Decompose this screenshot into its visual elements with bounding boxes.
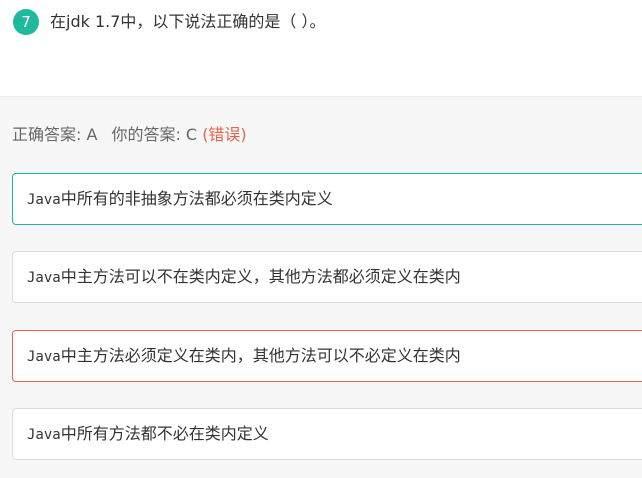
option-code-text: Java <box>27 427 61 443</box>
option-d[interactable]: Java中所有方法都不必在类内定义 <box>12 408 642 460</box>
answer-summary: 正确答案: A 你的答案: C (错误) <box>12 123 247 147</box>
question-header: 7 在jdk 1.7中，以下说法正确的是（ ）。 <box>0 0 642 97</box>
option-code-text: Java <box>27 349 61 365</box>
answer-status-badge: (错误) <box>202 125 247 144</box>
option-text: 中主方法可以不在类内定义，其他方法都必须定义在类内 <box>60 267 461 286</box>
option-text: 中所有的非抽象方法都必须在类内定义 <box>60 189 333 208</box>
option-code-text: Java <box>27 192 61 208</box>
option-b[interactable]: Java中主方法可以不在类内定义，其他方法都必须定义在类内 <box>12 251 642 303</box>
option-c[interactable]: Java中主方法必须定义在类内，其他方法可以不必定义在类内 <box>12 330 642 382</box>
question-text: 在jdk 1.7中，以下说法正确的是（ ）。 <box>50 12 326 31</box>
correct-answer-label: 正确答案: A <box>12 125 98 144</box>
option-a[interactable]: Java中所有的非抽象方法都必须在类内定义 <box>12 173 642 225</box>
question-number-badge: 7 <box>13 9 39 35</box>
option-text: 中主方法必须定义在类内，其他方法可以不必定义在类内 <box>60 346 461 365</box>
option-text: 中所有方法都不必在类内定义 <box>60 424 269 443</box>
your-answer-label: 你的答案: C <box>111 125 198 144</box>
option-code-text: Java <box>27 270 61 286</box>
